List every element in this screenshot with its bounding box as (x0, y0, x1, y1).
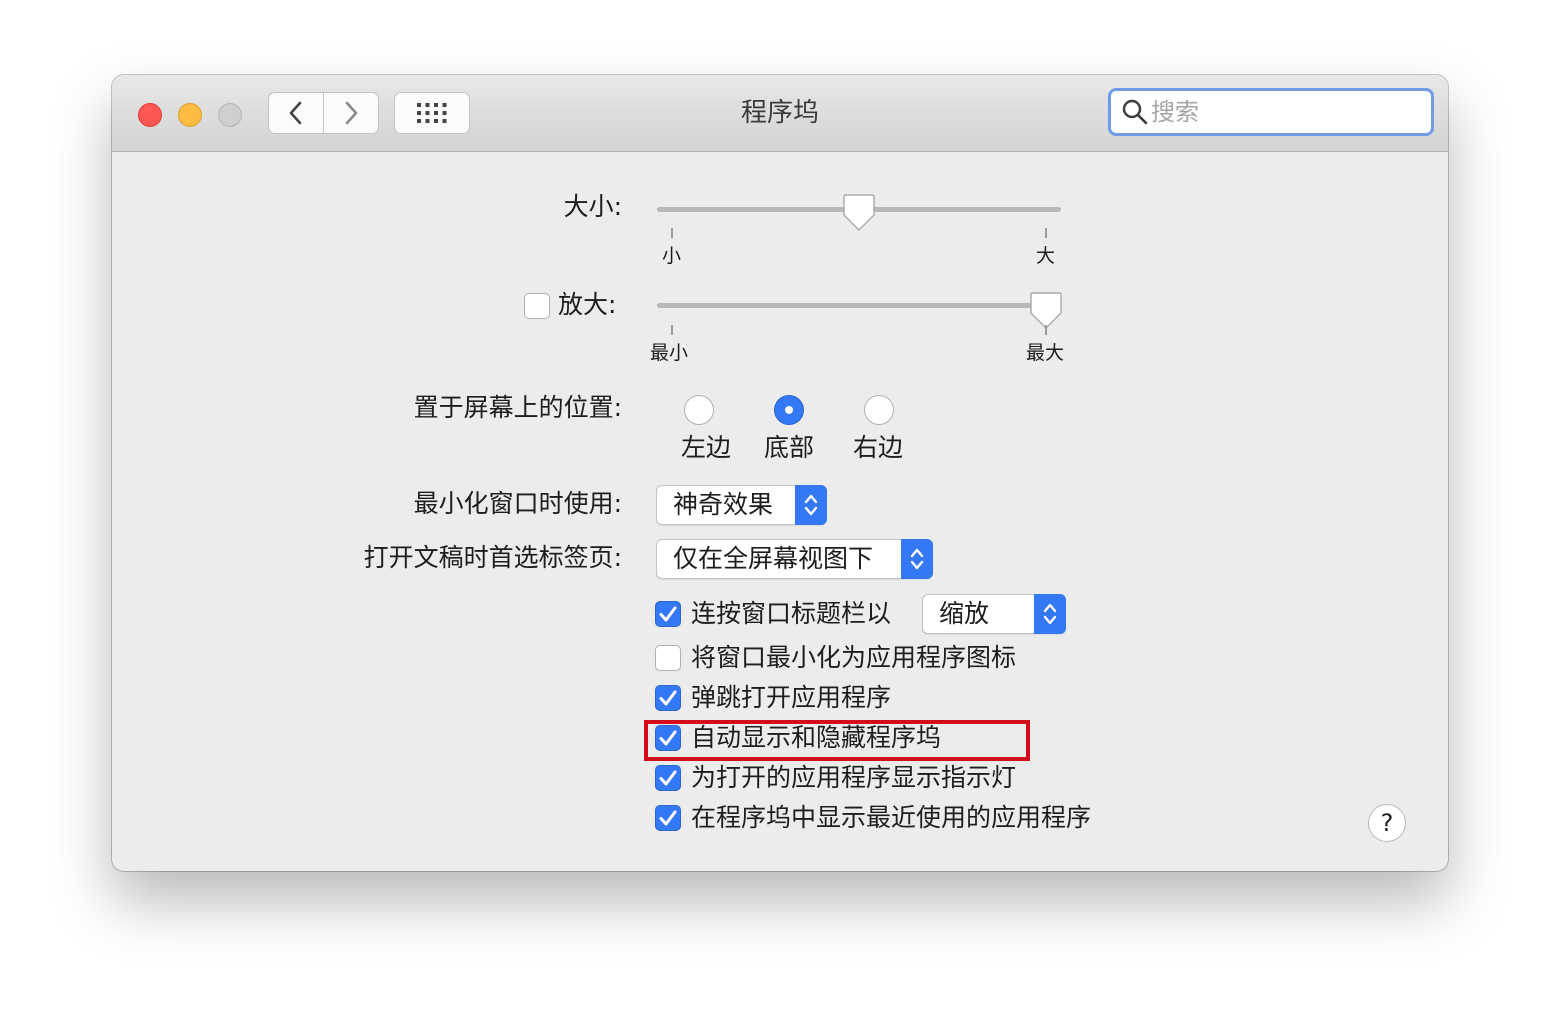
position-right-radio[interactable] (864, 395, 894, 425)
show-recent-apps-checkbox[interactable] (655, 805, 681, 831)
magnification-max-label: 最大 (1026, 342, 1065, 364)
magnification-slider-track[interactable] (657, 303, 1061, 308)
updown-chevron-icon (795, 485, 827, 525)
position-left-label: 左边 (681, 433, 732, 462)
double-click-popup[interactable]: 缩放 (922, 594, 1066, 634)
show-indicators-checkbox[interactable] (655, 765, 681, 791)
checkmark-icon (659, 690, 677, 706)
size-slider-thumb[interactable] (842, 193, 876, 233)
animate-opening-checkbox[interactable] (655, 685, 681, 711)
title-bar: 程序坞 (112, 75, 1448, 152)
position-left-radio[interactable] (684, 395, 714, 425)
search-field[interactable] (1108, 88, 1434, 136)
position-bottom-radio[interactable] (774, 395, 804, 425)
help-button[interactable]: ? (1368, 804, 1406, 842)
position-label: 置于屏幕上的位置: (413, 393, 622, 422)
size-min-label: 小 (662, 245, 682, 267)
show-recent-apps-label: 在程序坞中显示最近使用的应用程序 (691, 803, 1092, 832)
highlight-box (644, 720, 1030, 761)
prefer-tabs-label: 打开文稿时首选标签页: (363, 543, 622, 572)
position-bottom-label: 底部 (764, 433, 815, 462)
double-click-value: 缩放 (939, 599, 990, 628)
search-icon (1122, 99, 1148, 125)
minimize-effect-label: 最小化窗口时使用: (413, 489, 622, 518)
minimize-effect-popup[interactable]: 神奇效果 (656, 485, 827, 525)
minimize-effect-value: 神奇效果 (673, 490, 774, 519)
size-max-label: 大 (1036, 245, 1056, 267)
updown-chevron-icon (901, 539, 933, 579)
updown-chevron-icon (1034, 594, 1066, 634)
double-click-checkbox[interactable] (655, 601, 681, 627)
magnification-max-tick (1045, 325, 1047, 335)
prefer-tabs-value: 仅在全屏幕视图下 (673, 544, 874, 573)
magnification-min-tick (671, 325, 673, 335)
minimize-into-icon-label: 将窗口最小化为应用程序图标 (691, 643, 1017, 672)
checkmark-icon (659, 770, 677, 786)
checkmark-icon (659, 810, 677, 826)
position-right-label: 右边 (853, 433, 904, 462)
double-click-label: 连按窗口标题栏以 (691, 599, 892, 628)
magnification-checkbox[interactable] (524, 293, 550, 319)
size-max-tick (1045, 228, 1047, 238)
minimize-into-icon-checkbox[interactable] (655, 645, 681, 671)
magnification-label: 放大: (558, 290, 617, 319)
size-label: 大小: (563, 192, 622, 221)
checkmark-icon (659, 606, 677, 622)
show-indicators-label: 为打开的应用程序显示指示灯 (691, 763, 1017, 792)
search-input[interactable] (1151, 98, 1421, 126)
animate-opening-label: 弹跳打开应用程序 (691, 683, 892, 712)
size-min-tick (671, 228, 673, 238)
prefer-tabs-popup[interactable]: 仅在全屏幕视图下 (656, 539, 933, 579)
magnification-min-label: 最小 (650, 342, 689, 364)
